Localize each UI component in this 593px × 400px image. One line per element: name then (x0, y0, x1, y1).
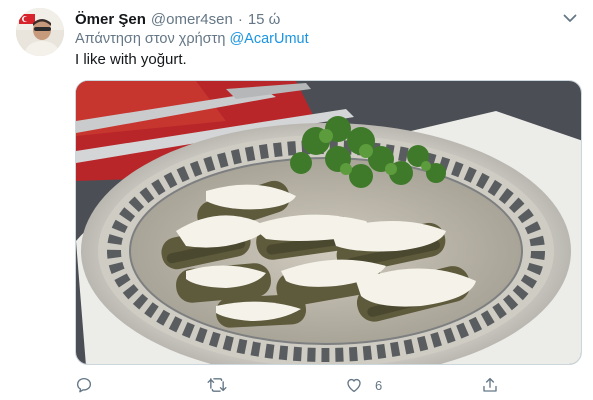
author-handle[interactable]: @omer4sen (151, 11, 233, 28)
chevron-down-icon (563, 14, 577, 22)
reply-mention-link[interactable]: @AcarUmut (229, 31, 308, 47)
heart-icon (347, 378, 361, 393)
timestamp[interactable]: 15 ώ (248, 11, 281, 28)
reply-button[interactable] (75, 375, 105, 395)
author-name[interactable]: Ömer Şen (75, 11, 146, 28)
share-button[interactable] (481, 375, 511, 395)
photo-sarma-with-yogurt (76, 81, 581, 364)
reply-prefix: Απάντηση στον χρήστη (75, 31, 226, 47)
avatar-image (16, 8, 64, 56)
tweet-photo[interactable] (75, 80, 582, 365)
tweet-header: Ömer Şen @omer4sen · 15 ώ (75, 9, 579, 29)
like-count: 6 (375, 377, 383, 393)
tweet-actions: 6 (75, 375, 505, 395)
tweet-text: I like with yoğurt. (75, 51, 187, 68)
share-icon (483, 377, 497, 392)
separator-dot: · (237, 10, 243, 28)
reply-context: Απάντηση στον χρήστη @AcarUmut (75, 31, 309, 47)
avatar[interactable] (16, 8, 64, 56)
retweet-button[interactable] (207, 375, 239, 395)
more-options-button[interactable] (561, 9, 579, 27)
retweet-icon (207, 378, 227, 392)
like-button[interactable]: 6 (345, 375, 382, 395)
reply-icon (76, 377, 92, 393)
